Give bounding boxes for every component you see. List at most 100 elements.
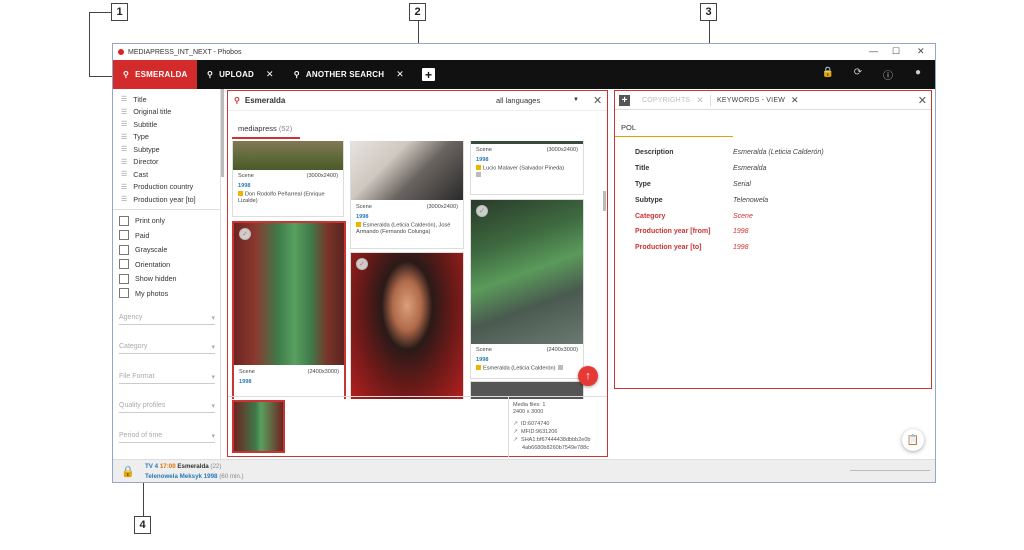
close-search-button[interactable]: ✕	[593, 94, 602, 107]
tab-label: COPYRIGHTS	[642, 96, 691, 104]
card-type: Scene	[356, 204, 372, 210]
check-icon[interactable]: ✓	[476, 205, 488, 217]
broadcast-count: (22)	[210, 463, 222, 470]
close-icon[interactable]: ✕	[791, 95, 799, 106]
tab-upload[interactable]: ⚲ UPLOAD ✕	[197, 60, 284, 89]
photo	[471, 141, 583, 144]
window-title: MEDIAPRESS_INT_NEXT - Phobos	[128, 48, 242, 56]
quality-profiles-dropdown[interactable]: Quality profiles ▾	[119, 399, 215, 413]
checkbox[interactable]	[119, 273, 129, 284]
property-key: Category	[635, 212, 666, 220]
checkbox-orientation[interactable]: Orientation	[113, 257, 220, 272]
add-panel-button[interactable]: +	[619, 94, 630, 106]
account-icon[interactable]: ●	[911, 67, 925, 82]
period-dropdown[interactable]: Period of time ▾	[119, 429, 215, 443]
filter-field[interactable]: ☰ Type	[113, 131, 220, 144]
add-tab-button[interactable]: +	[421, 68, 435, 82]
tab-esmeralda[interactable]: ⚲ ESMERALDA	[113, 60, 197, 89]
property-row: Description Esmeralda (Leticia Calderón)	[635, 145, 925, 161]
media-sha1-cont: 4ab6680b8260b7549e788c	[522, 444, 589, 451]
tab-copyrights[interactable]: COPYRIGHTS ✕	[636, 95, 710, 106]
search-bar[interactable]: ⚲ Esmeralda	[228, 91, 607, 111]
filter-field[interactable]: ☰ Production year [to]	[113, 193, 220, 206]
clipboard-button[interactable]: 📋	[902, 429, 924, 451]
broadcast-title: Esmeralda	[177, 463, 209, 470]
details-tabs: + COPYRIGHTS ✕ KEYWORDS - VIEW ✕	[615, 91, 931, 110]
lock-icon[interactable]: 🔒	[121, 465, 135, 478]
filter-field[interactable]: ☰ Original title	[113, 106, 220, 119]
result-card[interactable]: Scene (3000x2400) 1998 Lucio Malaver (Sal…	[470, 141, 584, 195]
checkbox[interactable]	[119, 230, 129, 241]
card-year: 1998	[356, 214, 369, 221]
status-progress-line	[850, 470, 930, 471]
scroll-top-button[interactable]: ↑	[578, 366, 598, 386]
checkbox[interactable]	[119, 259, 129, 270]
tag-icon	[476, 172, 481, 178]
filter-icon: ☰	[121, 171, 128, 179]
filter-field[interactable]: ☰ Subtitle	[113, 118, 220, 131]
external-link-icon[interactable]: ↗	[513, 429, 518, 437]
media-mfid: MFID:9631206	[521, 429, 558, 436]
app-window: MEDIAPRESS_INT_NEXT - Phobos — ☐ ✕ ⚲ ESME…	[112, 43, 936, 483]
checkbox-print-only[interactable]: Print only	[113, 214, 220, 229]
checkbox-show-hidden[interactable]: Show hidden	[113, 272, 220, 287]
external-link-icon[interactable]: ↗	[513, 421, 518, 429]
close-window-button[interactable]: ✕	[917, 46, 925, 57]
filter-field[interactable]: ☰ Subtype	[113, 143, 220, 156]
sidebar-scrollbar[interactable]	[221, 89, 224, 177]
tab-keywords-view[interactable]: KEYWORDS - VIEW ✕	[710, 94, 805, 106]
filter-field[interactable]: ☰ Cast	[113, 168, 220, 181]
photo	[351, 253, 463, 399]
minimize-button[interactable]: —	[869, 46, 878, 56]
media-id: ID:6074740	[521, 421, 550, 428]
card-meta: Scene (2400x3000) 1998	[234, 369, 344, 387]
refresh-icon[interactable]: ⟳	[851, 67, 865, 82]
language-select[interactable]: all languages	[496, 96, 540, 105]
broadcast-duration: (60 min.)	[219, 473, 244, 480]
external-link-icon[interactable]: ↗	[513, 437, 518, 445]
close-panel-button[interactable]: ✕	[918, 94, 927, 107]
callout-4: 4	[134, 516, 151, 534]
broadcast-genre: Telenowela Meksyk 1998	[145, 473, 218, 480]
close-icon[interactable]: ✕	[266, 69, 274, 80]
filter-field[interactable]: ☰ Title	[113, 93, 220, 106]
filter-field[interactable]: ☰ Director	[113, 156, 220, 169]
maximize-button[interactable]: ☐	[892, 46, 900, 57]
filter-field[interactable]: ☰ Production country	[113, 181, 220, 194]
search-input[interactable]: Esmeralda	[245, 96, 285, 105]
property-key: Title	[635, 165, 650, 173]
photo	[234, 223, 344, 365]
agency-dropdown[interactable]: Agency ▾	[119, 311, 215, 325]
close-icon[interactable]: ✕	[396, 69, 404, 80]
result-card[interactable]: Scene (3000x2400) 1998 Don Rodolfo Peñarr…	[232, 141, 344, 217]
checkbox-grayscale[interactable]: Grayscale	[113, 243, 220, 258]
result-card[interactable]: Scene (3000x2400) 1998 Esmeralda (Leticia…	[350, 141, 464, 249]
result-card[interactable]: ✓ Scene (2400x3000) 1998 Esmeralda (Letic…	[470, 199, 584, 379]
result-card[interactable]: ✓	[350, 252, 464, 399]
category-dropdown[interactable]: Category ▾	[119, 340, 215, 354]
source-label: mediapress	[238, 124, 277, 133]
tag-icon	[558, 364, 564, 370]
check-icon[interactable]: ✓	[239, 228, 251, 240]
checkbox[interactable]	[119, 244, 129, 255]
property-row: Type Serial	[635, 177, 925, 193]
language-tab-pol[interactable]: POL	[621, 123, 636, 132]
media-dimensions: 2400 x 3000	[513, 409, 544, 416]
results-scrollbar[interactable]	[603, 191, 606, 211]
check-icon[interactable]: ✓	[356, 258, 368, 270]
callout-1-line	[89, 12, 111, 13]
checkbox-paid[interactable]: Paid	[113, 228, 220, 243]
app-logo-icon	[118, 49, 124, 55]
checkbox[interactable]	[119, 288, 129, 299]
checkbox-my-photos[interactable]: My photos	[113, 286, 220, 301]
lock-icon[interactable]: 🔒	[821, 67, 835, 82]
info-icon[interactable]: ⓘ	[881, 67, 895, 82]
property-value: Serial	[733, 180, 751, 188]
file-format-dropdown[interactable]: File Format ▾	[119, 370, 215, 384]
checkbox[interactable]	[119, 215, 129, 226]
result-card-selected[interactable]: ✓ Scene (2400x3000) 1998	[232, 221, 346, 399]
tab-another-search[interactable]: ⚲ ANOTHER SEARCH ✕	[284, 60, 414, 89]
close-icon[interactable]: ✕	[696, 95, 704, 106]
source-tab-mediapress[interactable]: mediapress (52)	[238, 124, 292, 133]
selected-thumbnail[interactable]	[232, 400, 285, 453]
